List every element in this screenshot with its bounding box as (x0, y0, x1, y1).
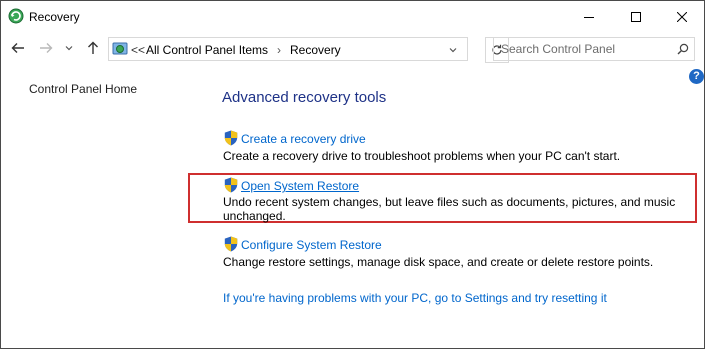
create-recovery-drive-link[interactable]: Create a recovery drive (241, 132, 366, 146)
control-panel-icon (112, 41, 128, 57)
recent-locations-button[interactable] (63, 40, 75, 56)
uac-shield-icon (224, 236, 238, 252)
recovery-app-icon (8, 8, 24, 24)
up-button[interactable] (85, 40, 101, 56)
breadcrumb-recovery[interactable]: Recovery (290, 43, 341, 57)
forward-button[interactable] (38, 40, 54, 56)
open-system-restore-description-line1: Undo recent system changes, but leave fi… (223, 195, 676, 209)
reset-pc-link[interactable]: If you're having problems with your PC, … (223, 291, 607, 305)
uac-shield-icon (224, 130, 238, 146)
address-overflow[interactable]: << (131, 43, 145, 57)
recovery-window: Recovery << All Control Panel Items › Re… (0, 0, 705, 349)
window-title: Recovery (29, 10, 80, 24)
control-panel-home-link[interactable]: Control Panel Home (29, 82, 137, 96)
page-title: Advanced recovery tools (222, 89, 387, 106)
breadcrumb-separator-icon: › (277, 43, 281, 57)
breadcrumb-all-control-panel-items[interactable]: All Control Panel Items (146, 43, 268, 57)
configure-system-restore-link[interactable]: Configure System Restore (241, 238, 382, 252)
search-input[interactable]: Search Control Panel (493, 37, 695, 61)
address-bar[interactable]: << All Control Panel Items › Recovery (108, 37, 468, 61)
search-icon[interactable] (677, 42, 689, 60)
create-recovery-drive-description: Create a recovery drive to troubleshoot … (223, 149, 621, 163)
address-dropdown-icon[interactable] (449, 42, 457, 56)
open-system-restore-description-line2: unchanged. (223, 209, 286, 223)
search-placeholder: Search Control Panel (501, 42, 616, 56)
minimize-button[interactable] (566, 1, 612, 32)
close-button[interactable] (659, 1, 705, 32)
back-button[interactable] (10, 40, 26, 56)
title-bar: Recovery (1, 1, 704, 32)
configure-system-restore-description: Change restore settings, manage disk spa… (223, 255, 654, 269)
open-system-restore-link[interactable]: Open System Restore (241, 179, 359, 193)
uac-shield-icon (224, 177, 238, 193)
help-icon[interactable]: ? (689, 69, 704, 84)
maximize-button[interactable] (613, 1, 659, 32)
